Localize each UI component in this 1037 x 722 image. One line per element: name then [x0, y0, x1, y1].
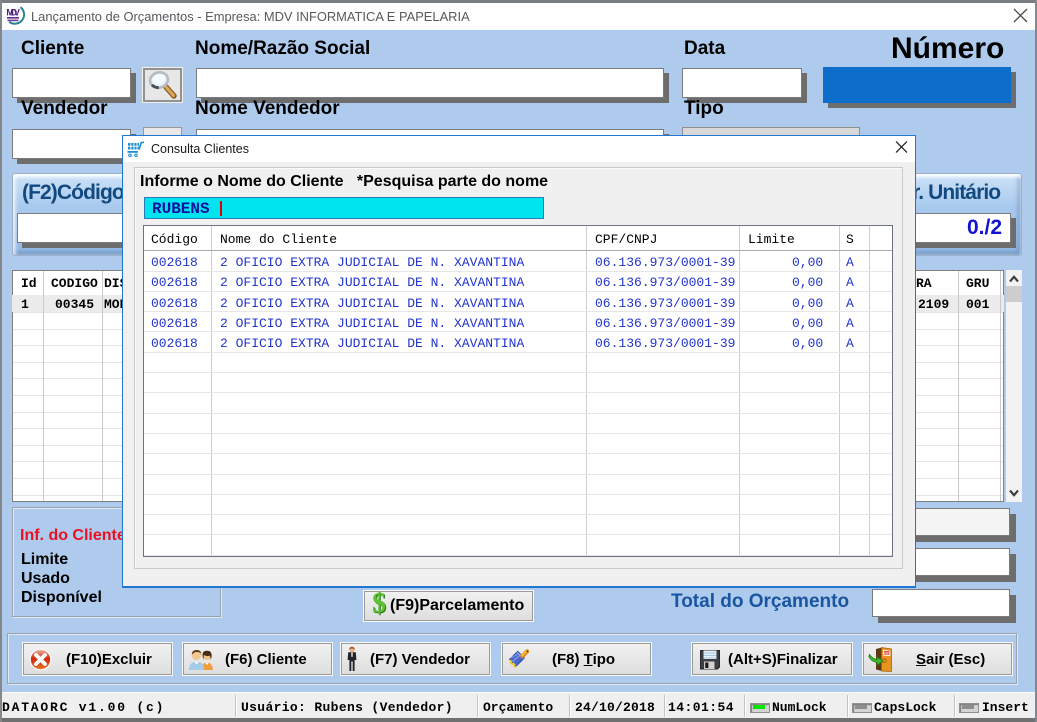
- svg-text:MDV: MDV: [6, 8, 20, 18]
- svg-text:EXIT: EXIT: [883, 651, 890, 655]
